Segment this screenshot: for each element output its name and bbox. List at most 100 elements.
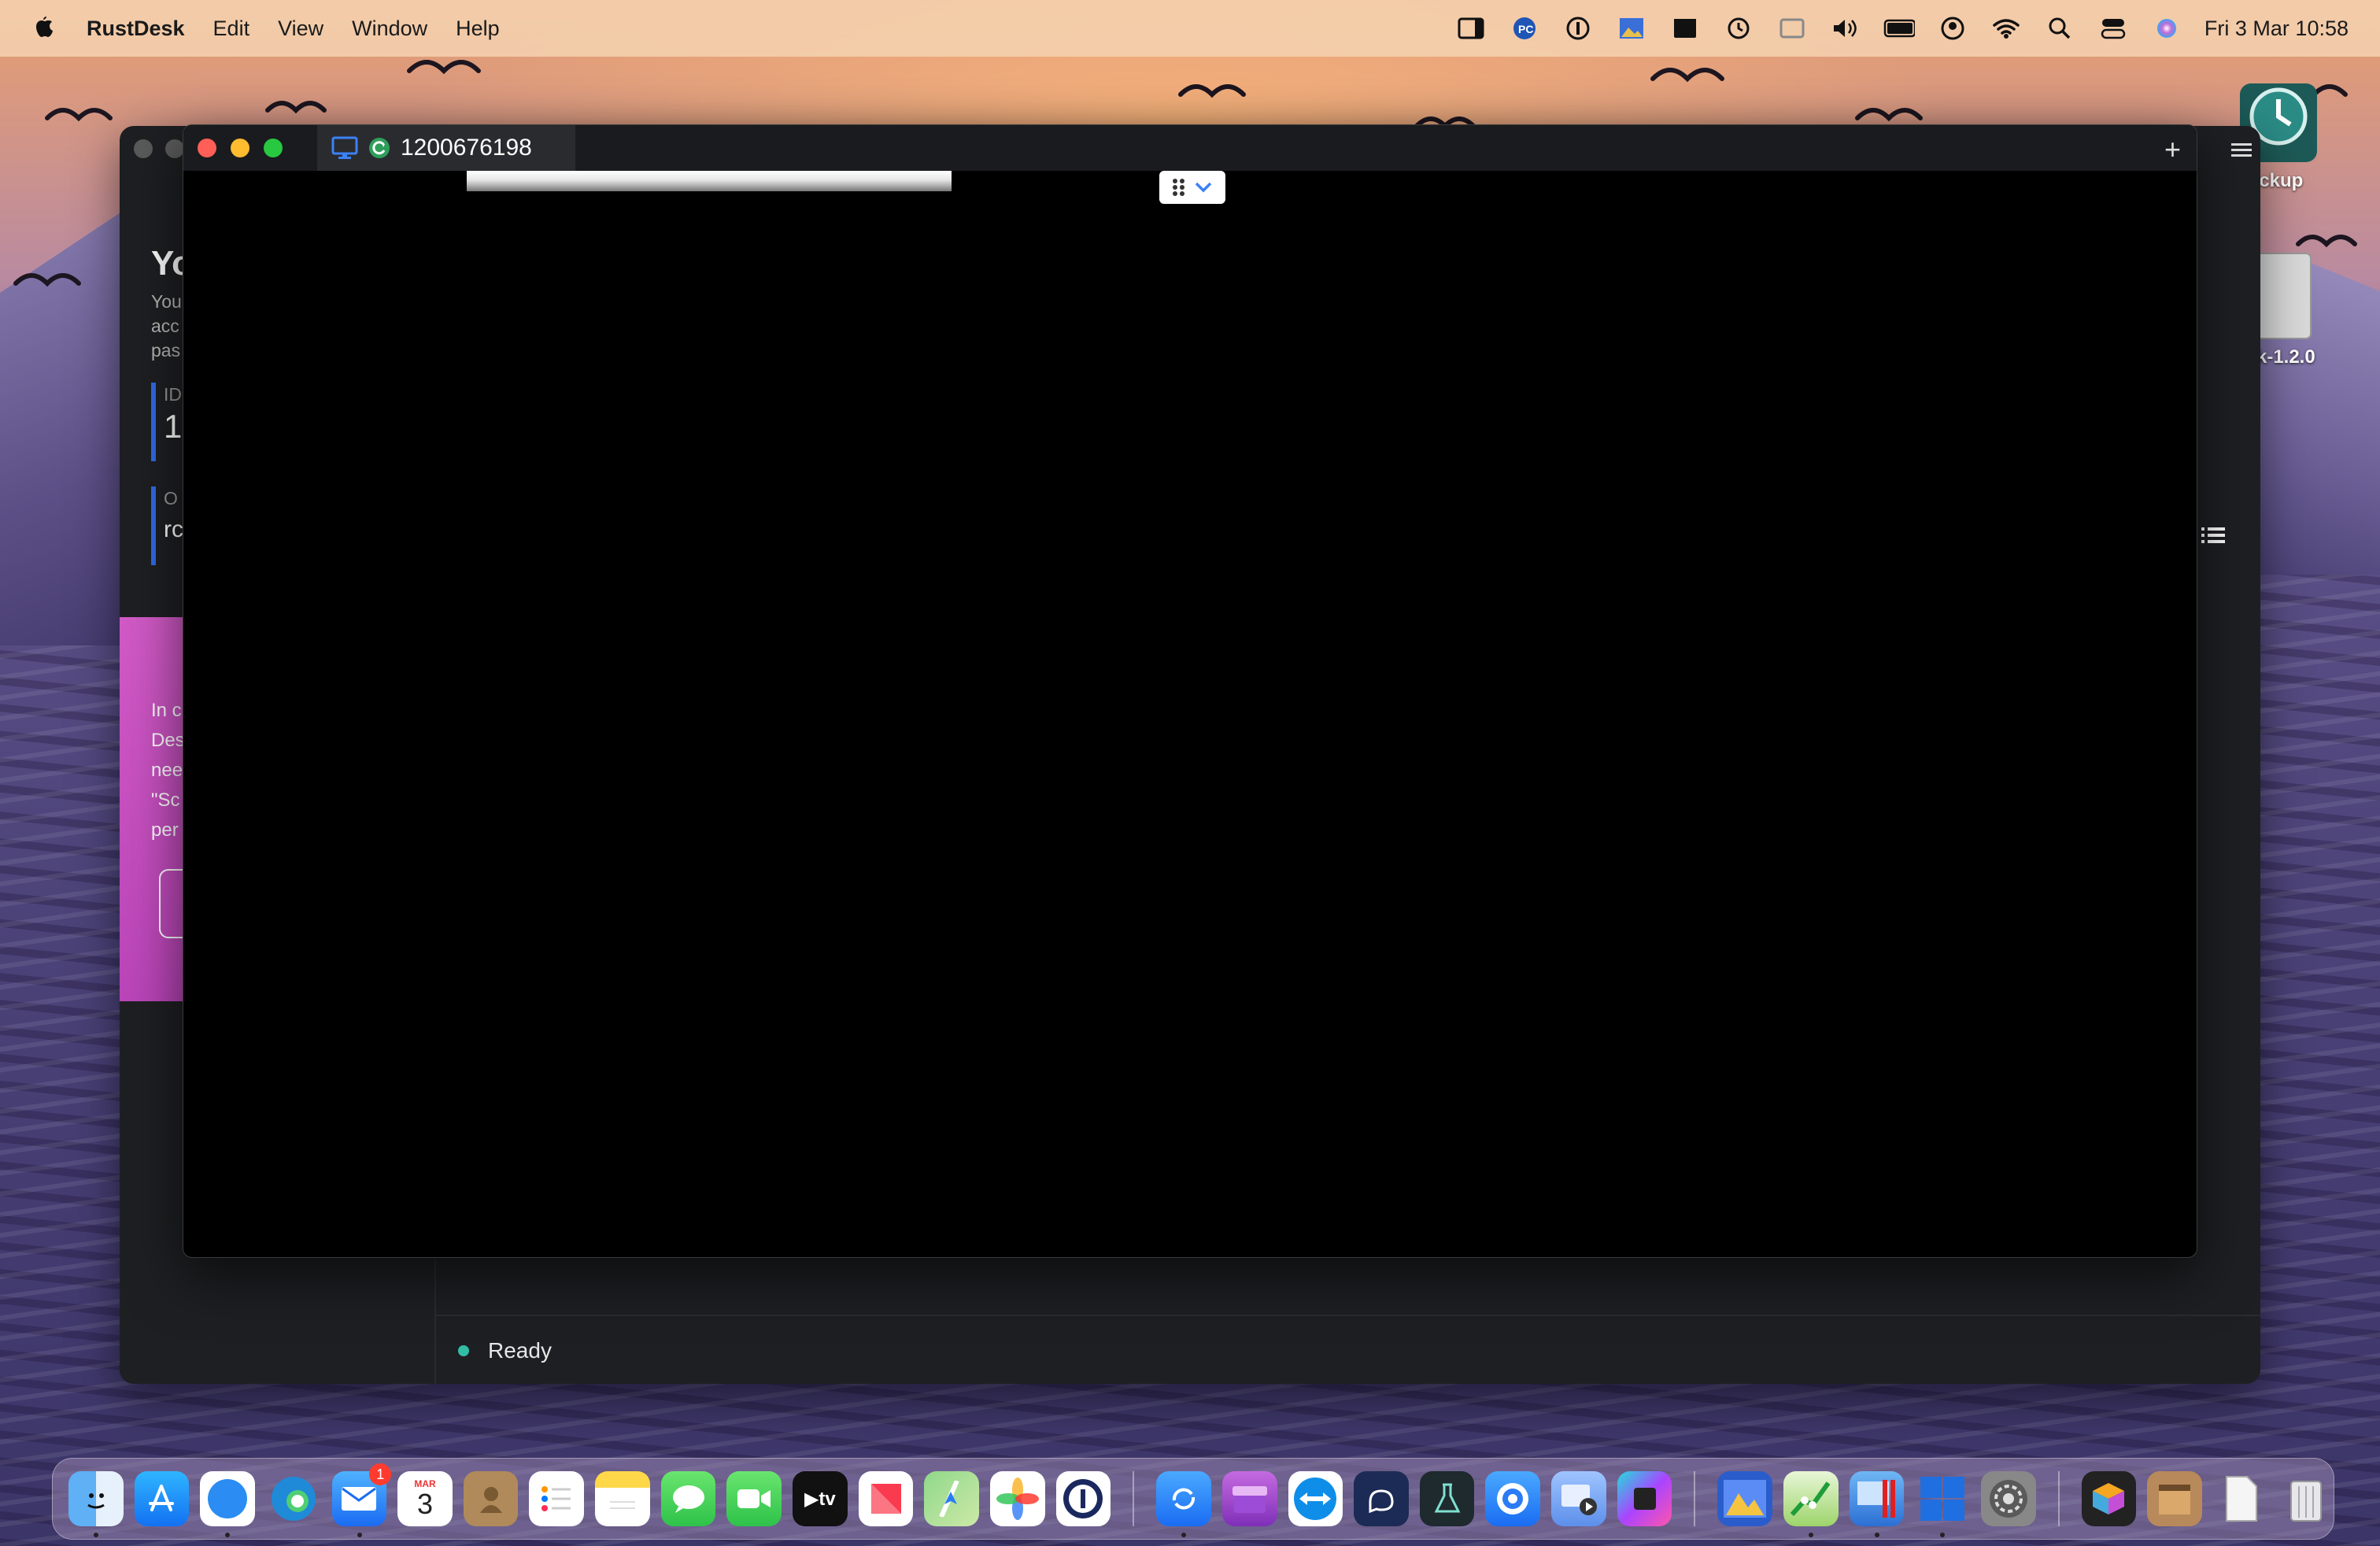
remote-session-window: 1200676198 + — [183, 124, 2197, 1258]
dock-contacts[interactable] — [463, 1471, 519, 1526]
dock-screen-recorder[interactable] — [1551, 1471, 1606, 1526]
dock-trash[interactable] — [2278, 1471, 2334, 1526]
mail-badge: 1 — [369, 1463, 392, 1485]
photos-icon — [996, 1478, 1039, 1520]
wifi-icon[interactable] — [1990, 15, 2022, 42]
siri-icon[interactable] — [2151, 15, 2182, 42]
finder-icon — [87, 1493, 105, 1509]
id-value[interactable]: 1 — [164, 408, 182, 446]
zoom-button[interactable] — [264, 139, 283, 157]
image-icon[interactable] — [1616, 15, 1647, 42]
dock-apple-tv[interactable]: ▶tv — [793, 1471, 848, 1526]
new-tab-button[interactable]: + — [2164, 133, 2181, 166]
drag-handle-icon[interactable] — [1172, 178, 1186, 197]
pc-icon[interactable]: PC — [1509, 15, 1540, 42]
dock-separator-2 — [1694, 1471, 1696, 1526]
file-icon — [2225, 1476, 2257, 1522]
id-label: ID — [164, 384, 182, 405]
onepassword-icon — [1063, 1479, 1103, 1518]
password-value[interactable]: rc — [164, 516, 183, 543]
minimize-button[interactable] — [231, 139, 249, 157]
sidebar-icon[interactable] — [1455, 15, 1487, 42]
session-tab[interactable]: 1200676198 — [317, 125, 575, 171]
archive-icon — [1232, 1486, 1267, 1513]
sync-icon — [1173, 1488, 1196, 1510]
teamviewer-icon — [1294, 1478, 1337, 1520]
dock-sync[interactable] — [1156, 1471, 1211, 1537]
user-icon[interactable] — [1937, 15, 1968, 42]
dock-mail[interactable]: 1 — [331, 1463, 392, 1537]
secure-connection-icon — [369, 138, 390, 158]
id-accent-bar — [151, 383, 156, 461]
apple-menu-icon[interactable] — [31, 15, 55, 42]
dock-cube[interactable] — [2081, 1471, 2137, 1526]
lab-icon — [1434, 1483, 1461, 1513]
dock-chatgpt[interactable] — [1354, 1471, 1409, 1526]
gear-icon — [1989, 1480, 2027, 1518]
dock-calendar[interactable]: MAR 3 — [397, 1471, 453, 1526]
dock-lab[interactable] — [1419, 1471, 1475, 1526]
search-icon[interactable] — [2044, 15, 2075, 42]
hamburger-menu-icon[interactable] — [2226, 134, 2257, 165]
calendar-day: 3 — [417, 1488, 434, 1520]
edge-icon — [271, 1477, 316, 1521]
contacts-icon — [479, 1487, 502, 1513]
onepassword-icon[interactable] — [1562, 15, 1594, 42]
close-button[interactable] — [198, 139, 216, 157]
volume-icon[interactable] — [1830, 15, 1861, 42]
dock-system-settings[interactable] — [1980, 1471, 2036, 1526]
dock-photos[interactable] — [989, 1471, 1045, 1526]
dock-preview[interactable] — [1717, 1471, 1772, 1526]
dock-app-store[interactable] — [134, 1471, 190, 1526]
dock-news[interactable] — [858, 1471, 914, 1526]
grapher-icon — [1790, 1481, 1831, 1516]
dock-facetime[interactable] — [726, 1471, 782, 1526]
list-view-icon[interactable] — [2197, 520, 2229, 551]
menu-clock[interactable]: Fri 3 Mar 10:58 — [2204, 17, 2349, 41]
dock-reminders[interactable] — [529, 1471, 585, 1526]
connection-status: Ready — [458, 1338, 552, 1363]
status-text: Ready — [488, 1338, 552, 1363]
menu-app-rustdesk[interactable]: RustDesk — [87, 17, 185, 41]
menu-window[interactable]: Window — [352, 17, 427, 41]
cube-icon — [2093, 1483, 2125, 1515]
dock-separator — [1133, 1471, 1135, 1526]
dashboard-icon[interactable] — [1776, 15, 1808, 42]
reminders-icon — [541, 1486, 571, 1511]
menu-view[interactable]: View — [278, 17, 323, 41]
remote-toolbar-collapsed[interactable] — [1159, 171, 1225, 204]
messages-icon — [672, 1485, 704, 1513]
dock-screens[interactable] — [1617, 1471, 1672, 1526]
dock-archive-utility[interactable] — [2147, 1471, 2202, 1526]
dock-teamviewer[interactable] — [1288, 1471, 1343, 1526]
dock-safari[interactable] — [200, 1471, 255, 1537]
dock-messages[interactable] — [660, 1471, 716, 1526]
control-center-icon[interactable] — [2097, 15, 2129, 42]
dock-maps[interactable] — [924, 1471, 979, 1526]
dock-grapher[interactable] — [1783, 1471, 1839, 1537]
dock-remote-desktop[interactable] — [1849, 1471, 1905, 1537]
menu-help[interactable]: Help — [456, 17, 500, 41]
screen-recorder-icon — [1561, 1485, 1597, 1515]
dock-edge[interactable] — [266, 1471, 321, 1526]
battery-icon[interactable] — [1883, 15, 1915, 42]
dock-windows[interactable] — [1915, 1471, 1970, 1537]
time-machine-icon[interactable] — [1723, 15, 1754, 42]
dock-notes[interactable] — [595, 1471, 650, 1526]
maps-icon — [939, 1481, 959, 1517]
password-accent-bar — [151, 486, 156, 565]
dock-finder[interactable] — [68, 1471, 124, 1537]
apple-tv-icon: ▶tv — [804, 1488, 836, 1510]
chevron-down-icon[interactable] — [1194, 180, 1213, 194]
clapper-icon[interactable] — [1669, 15, 1701, 42]
minimize-button-inactive[interactable] — [165, 139, 184, 158]
menu-edit[interactable]: Edit — [213, 17, 250, 41]
close-button-inactive[interactable] — [134, 139, 153, 158]
remote-desktop-icon — [1857, 1480, 1896, 1518]
dock-onepassword[interactable] — [1055, 1471, 1111, 1526]
dock-archive[interactable] — [1221, 1471, 1277, 1526]
dock-target[interactable] — [1485, 1471, 1541, 1526]
dock-file[interactable] — [2213, 1471, 2268, 1526]
safari-icon — [208, 1479, 248, 1518]
menu-bar: RustDesk Edit View Window Help PC Fri 3 … — [0, 0, 2380, 57]
